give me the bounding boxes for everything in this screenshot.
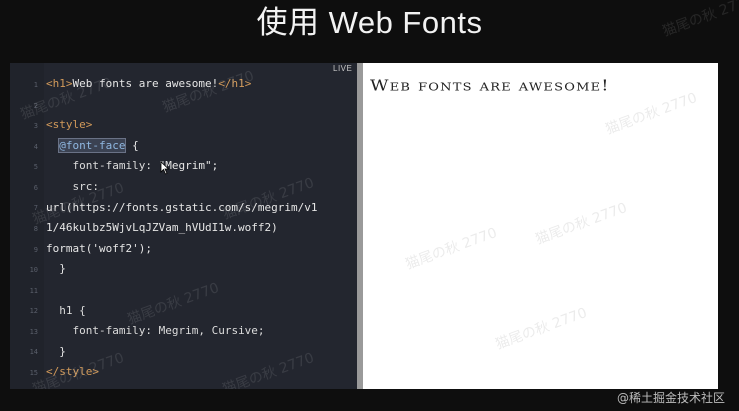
code-editor[interactable]: 1 2 3 4 5 6 7 8 9 10 11 12 13 14 15 <h1>… xyxy=(10,63,357,389)
code-text[interactable]: <h1>Web fonts are awesome!</h1> <style> … xyxy=(46,74,357,383)
line-number: 4 xyxy=(33,143,38,151)
line-number: 1 xyxy=(33,81,38,89)
font-family-prop: font-family: xyxy=(72,159,159,173)
line-number: 6 xyxy=(33,184,38,192)
code-line: } xyxy=(46,259,357,280)
url-line-2: 1/46kulbz5WjvLqJZVam_hVUdI1w.woff2) xyxy=(46,221,278,235)
font-family-line: font-family: Megrim, Cursive; xyxy=(72,324,265,338)
watermark: 猫尾の秋 2770 xyxy=(533,199,630,248)
footer-watermark: @稀土掘金技术社区 xyxy=(616,391,725,405)
format-line: format('woff2'); xyxy=(46,241,152,255)
watermark: 猫尾の秋 2770 xyxy=(603,89,700,138)
live-preview: Web fonts are awesome! 猫尾の秋 2770 猫尾の秋 27… xyxy=(363,63,718,389)
brace-close: } xyxy=(59,262,66,276)
line-number: 11 xyxy=(29,287,38,295)
code-line: format('woff2'); xyxy=(46,239,357,260)
h1-selector: h1 { xyxy=(59,303,86,317)
preview-heading: Web fonts are awesome! xyxy=(370,77,610,95)
line-number: 12 xyxy=(29,307,38,315)
style-open-tag: <style> xyxy=(46,118,93,132)
live-label: LIVE xyxy=(333,64,353,73)
line-number: 13 xyxy=(29,328,38,336)
font-face-rule: @font-face xyxy=(58,137,127,153)
brace-open: { xyxy=(125,138,139,152)
code-line: h1 { xyxy=(46,301,357,322)
slide-title: 使用 Web Fonts xyxy=(256,5,483,40)
code-line: <style> xyxy=(46,115,357,136)
watermark: 猫尾の秋 2770 xyxy=(493,304,590,353)
code-line: 1/46kulbz5WjvLqJZVam_hVUdI1w.woff2) xyxy=(46,218,357,239)
mouse-pointer-icon xyxy=(160,161,170,175)
code-line: @font-face { xyxy=(46,136,357,157)
brace-close: } xyxy=(59,344,66,358)
line-number: 9 xyxy=(33,246,38,254)
line-number: 5 xyxy=(33,163,38,171)
line-number: 10 xyxy=(29,266,38,274)
line-number: 15 xyxy=(29,369,38,377)
line-number: 14 xyxy=(29,348,38,356)
code-line: font-family: Megrim, Cursive; xyxy=(46,321,357,342)
watermark: 猫尾の秋 2770 xyxy=(403,224,500,273)
